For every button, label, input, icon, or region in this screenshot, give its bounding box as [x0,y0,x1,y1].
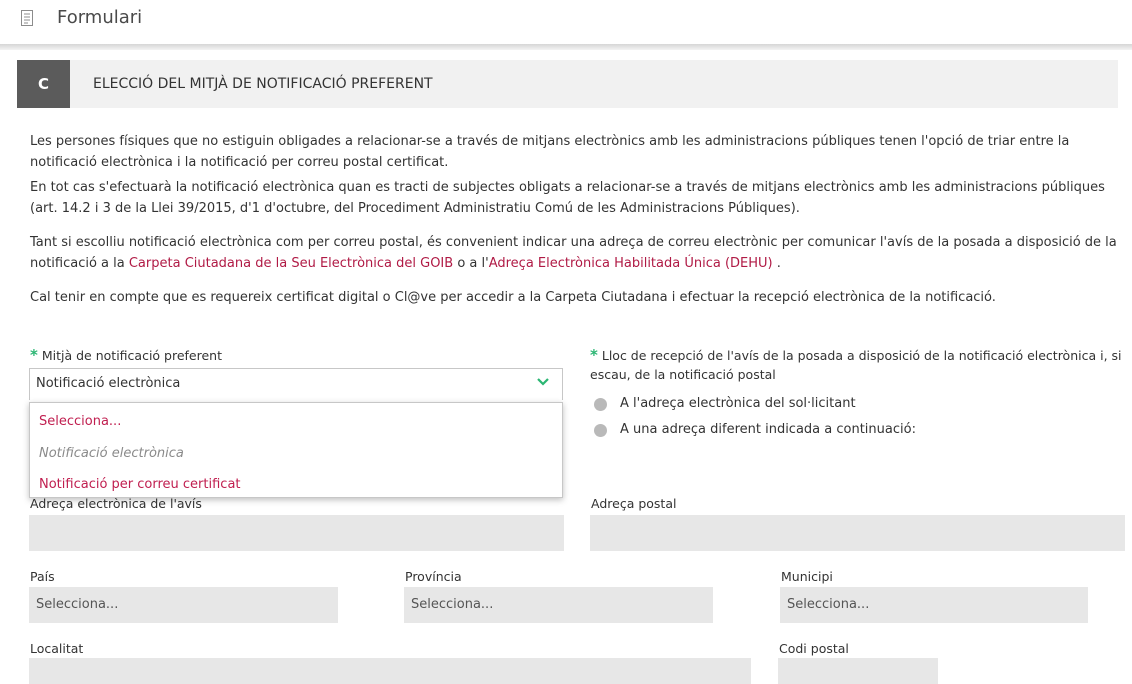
province-label: Província [405,569,462,584]
radio-applicant-email[interactable] [594,398,607,411]
country-label: País [30,569,55,584]
intro-paragraph-2: En tot cas s'efectuarà la notificació el… [30,180,1105,216]
header-divider [0,44,1132,50]
postal-address-input[interactable] [590,515,1125,551]
radio-applicant-email-label: A l'adreça electrònica del sol·licitant [620,396,856,411]
municipality-value: Selecciona... [787,597,870,612]
page-title: Formulari [57,7,143,28]
notification-method-label: * Mitjà de notificació preferent [30,346,222,364]
chevron-down-icon[interactable] [536,376,550,388]
intro-paragraph-4: Cal tenir en compte que es requereix cer… [30,290,996,305]
locality-label: Localitat [30,641,84,656]
municipality-label: Municipi [781,569,833,584]
country-value: Selecciona... [36,597,119,612]
postal-code-input[interactable] [778,658,938,684]
radio-different-address[interactable] [594,424,607,437]
reception-place-label-text: Lloc de recepció de l'avís de la posada … [590,348,1122,382]
section-letter: C [17,60,70,108]
intro-paragraph-3: Tant si escolliu notificació electrònica… [30,232,1122,274]
dehu-link[interactable]: Adreça Electrònica Habilitada Única (DEH… [489,256,773,271]
notice-email-label: Adreça electrònica de l'avís [30,496,202,511]
paragraph-text: . [772,256,781,271]
required-icon: * [590,346,598,364]
dropdown-option[interactable]: Notificació electrònica [39,446,184,461]
notification-method-label-text: Mitjà de notificació preferent [41,348,222,363]
paragraph-text: o a l' [453,256,489,271]
section-title: ELECCIÓ DEL MITJÀ DE NOTIFICACIÓ PREFERE… [93,76,433,92]
locality-input[interactable] [29,658,751,684]
intro-paragraph-1: Les persones físiques que no estiguin ob… [30,134,1070,170]
postal-address-label: Adreça postal [591,496,677,511]
reception-place-label: * Lloc de recepció de l'avís de la posada… [590,346,1126,384]
notice-email-input[interactable] [29,515,564,551]
dropdown-option[interactable]: Notificació per correu certificat [39,477,241,492]
required-icon: * [30,346,38,364]
document-icon [21,10,33,26]
carpeta-ciutadana-link[interactable]: Carpeta Ciutadana de la Seu Electrònica … [129,256,453,271]
notification-method-value: Notificació electrònica [36,376,181,391]
postal-code-label: Codi postal [779,641,849,656]
dropdown-option[interactable]: Selecciona... [39,414,121,429]
province-value: Selecciona... [411,597,494,612]
radio-different-address-label: A una adreça diferent indicada a continu… [620,422,916,437]
